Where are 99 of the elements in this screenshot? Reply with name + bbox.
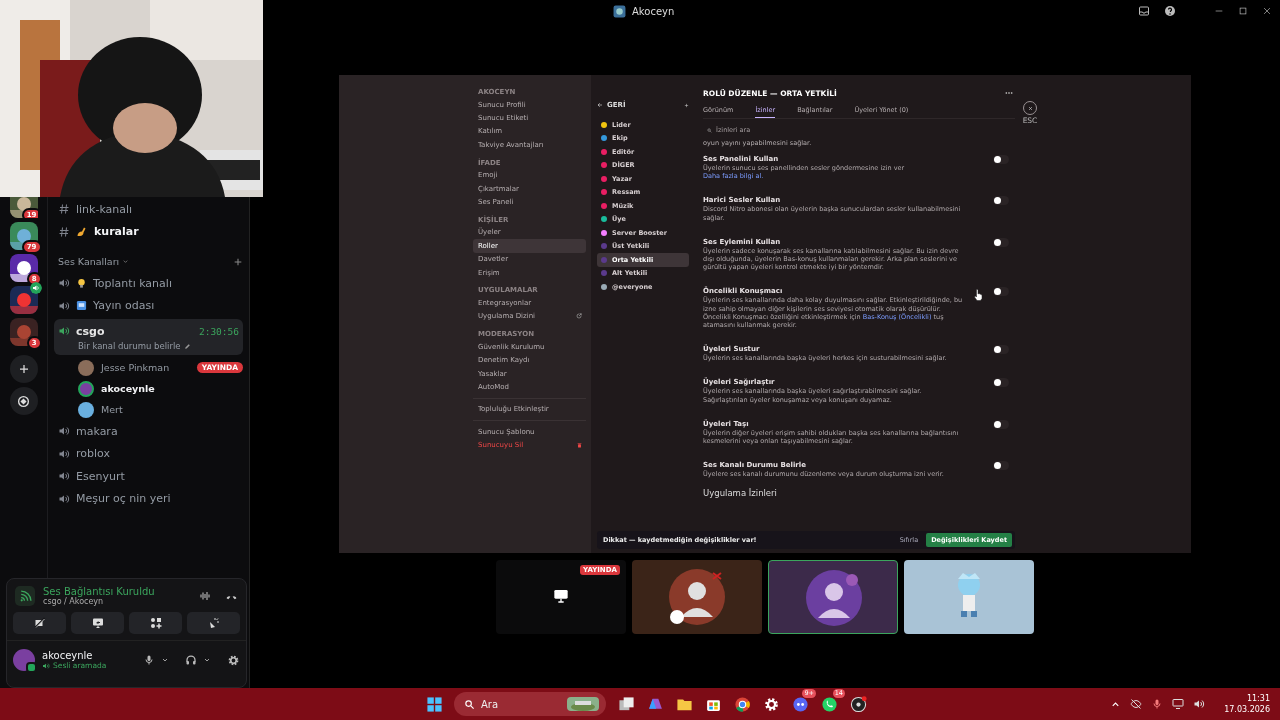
app-icon — [613, 4, 626, 18]
toggle-switch[interactable] — [993, 155, 1009, 164]
volume-icon[interactable] — [1193, 698, 1206, 710]
pencil-icon — [183, 342, 191, 350]
window-title: Akoceyn — [632, 5, 675, 17]
toggle-switch[interactable] — [993, 237, 1009, 247]
signal-icon — [18, 589, 32, 603]
camera-off-button[interactable] — [13, 612, 66, 634]
phone-chat-icon[interactable] — [820, 695, 838, 713]
screen-icon — [76, 300, 87, 312]
call-timer: 2:30:56 — [198, 325, 239, 337]
toggle-switch[interactable] — [993, 345, 1009, 355]
gear-icon[interactable] — [762, 695, 780, 713]
search-input[interactable]: Ara — [481, 698, 561, 710]
record-app-icon[interactable] — [849, 695, 867, 713]
close-icon — [1027, 105, 1033, 111]
close-icon[interactable] — [1262, 6, 1272, 16]
member-name[interactable]: Mert — [101, 404, 123, 415]
sparkle-icon — [207, 617, 220, 629]
chat-app-icon[interactable] — [791, 695, 809, 713]
chevron-icon[interactable] — [203, 656, 211, 664]
add-channel-icon[interactable] — [233, 256, 243, 267]
section-title: Uygulama İzinleri — [703, 488, 778, 499]
browser-icon[interactable] — [733, 695, 751, 713]
toggle-switch[interactable] — [993, 378, 1009, 388]
channel-name[interactable]: kuralar — [94, 225, 139, 239]
server-icon[interactable] — [9, 254, 38, 282]
add-server-button[interactable] — [9, 355, 38, 383]
back-arrow-icon — [597, 102, 603, 108]
channel-status[interactable]: Bir kanal durumu belirle — [78, 341, 181, 351]
channel-name[interactable]: makara — [76, 424, 118, 438]
explore-button[interactable] — [9, 387, 38, 415]
search-box[interactable]: Ara — [454, 692, 606, 716]
participant-tile[interactable] — [768, 560, 898, 634]
speaker-icon — [42, 661, 50, 670]
speaker-icon — [58, 299, 70, 312]
toggle-switch[interactable] — [993, 287, 1009, 297]
external-link-icon — [576, 313, 582, 320]
chevron-icon[interactable] — [161, 656, 169, 664]
hand-cursor-icon — [973, 289, 983, 302]
bulb-icon — [76, 277, 87, 289]
eye-off-icon[interactable] — [1130, 698, 1143, 710]
speaker-icon — [58, 447, 70, 460]
network-icon[interactable] — [1172, 698, 1185, 710]
hash-icon — [58, 203, 70, 216]
help-icon[interactable] — [1164, 5, 1176, 17]
toggle-switch[interactable] — [993, 196, 1009, 206]
channel-name[interactable]: roblox — [76, 447, 110, 461]
toggle-switch[interactable] — [993, 419, 1009, 429]
channel-name[interactable]: Yayın odası — [93, 299, 155, 313]
soundboard-button[interactable] — [187, 612, 240, 634]
category-header[interactable]: Ses Kanalları — [58, 256, 120, 267]
connection-status: Ses Bağlantısı Kuruldu — [43, 586, 155, 597]
member-name[interactable]: Jesse Pinkman — [101, 362, 170, 373]
more-icon[interactable] — [1005, 91, 1013, 95]
chevron-icon — [122, 258, 130, 265]
screen-share-button[interactable] — [71, 612, 124, 634]
waveform-icon[interactable] — [199, 590, 211, 602]
search-icon — [707, 127, 712, 133]
windows-stack-icon[interactable] — [617, 695, 635, 713]
toggle-switch[interactable] — [993, 461, 1009, 471]
connection-location[interactable]: csgo / Akoceyn — [43, 597, 155, 606]
username: akoceynle — [42, 650, 93, 661]
speaker-icon — [58, 492, 70, 505]
server-icon[interactable] — [9, 222, 38, 250]
speaker-icon — [58, 325, 70, 337]
start-icon[interactable] — [425, 695, 443, 713]
mic-icon[interactable] — [143, 654, 155, 666]
maximize-icon[interactable] — [1238, 6, 1248, 16]
writing-hand-icon — [76, 225, 88, 238]
compass-icon — [17, 394, 30, 408]
add-role-icon[interactable] — [684, 102, 689, 108]
screen-share-icon — [91, 617, 104, 629]
participant-tile[interactable] — [632, 560, 762, 634]
trash-icon — [577, 442, 582, 448]
clock-time: 11:31 — [1246, 693, 1270, 704]
speaker-icon — [29, 282, 42, 294]
settings-icon[interactable] — [227, 653, 240, 667]
inbox-icon[interactable] — [1138, 5, 1150, 17]
hash-icon — [58, 225, 70, 238]
plus-icon — [17, 363, 30, 375]
headphones-icon[interactable] — [185, 654, 197, 666]
activities-button[interactable] — [129, 612, 182, 634]
speaker-icon — [58, 277, 70, 290]
member-name[interactable]: akoceynle — [101, 383, 155, 394]
server-icon[interactable] — [9, 286, 38, 314]
channel-name[interactable]: Toplantı kanalı — [93, 276, 172, 290]
camera-off-icon — [33, 617, 46, 629]
channel-name[interactable]: csgo — [76, 324, 105, 338]
channel-name[interactable]: Esenyurt — [76, 469, 125, 483]
monitor-icon — [553, 588, 569, 604]
apps-icon — [149, 617, 162, 629]
search-icon — [464, 698, 475, 710]
speaker-icon — [58, 470, 70, 483]
participant-tile[interactable] — [904, 560, 1034, 634]
channel-name[interactable]: Meşur oç nin yeri — [76, 492, 171, 506]
channel-name[interactable]: link-kanalı — [76, 202, 133, 216]
clock-date: 17.03.2026 — [1224, 704, 1270, 715]
speaker-icon — [58, 425, 70, 438]
